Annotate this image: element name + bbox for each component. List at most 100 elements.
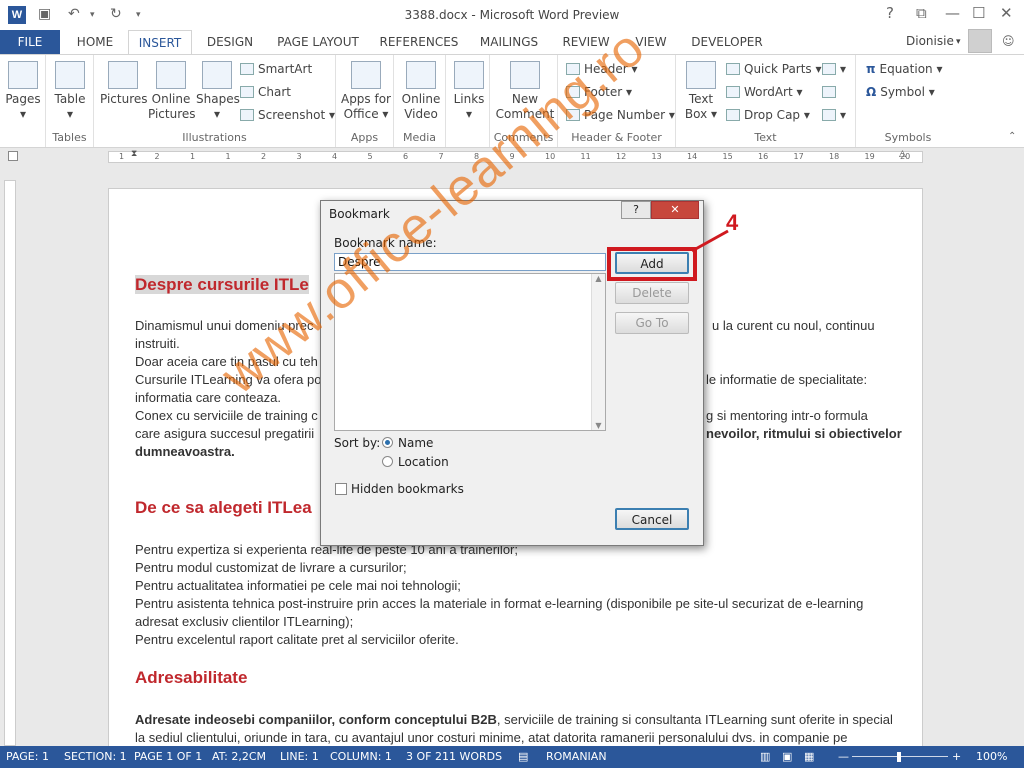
right-indent-icon[interactable]: △ xyxy=(899,149,906,159)
list-item[interactable]: Pentru asistenta tehnica post-instruire … xyxy=(135,595,863,613)
status-word-count[interactable]: 3 OF 211 WORDS xyxy=(406,746,502,768)
tab-selector[interactable] xyxy=(8,151,18,161)
web-layout-icon[interactable]: ▦ xyxy=(804,746,814,768)
para-line[interactable]: nevoilor, ritmului si obiectivelor xyxy=(706,425,902,443)
tab-file[interactable]: FILE xyxy=(0,30,60,54)
status-section[interactable]: SECTION: 1 xyxy=(64,746,127,768)
zoom-in-icon[interactable]: + xyxy=(952,746,961,768)
heading-despre[interactable]: Despre cursurile ITLe xyxy=(135,275,309,294)
para-line[interactable]: care asigura succesul pregatirii xyxy=(135,425,314,443)
cancel-button[interactable]: Cancel xyxy=(615,508,689,530)
close-button[interactable]: ✕ xyxy=(1000,4,1013,22)
list-item[interactable]: Pentru actualitatea informatiei pe cele … xyxy=(135,577,461,595)
heading-adresabilitate[interactable]: Adresabilitate xyxy=(135,669,247,687)
pictures-button[interactable]: Pictures xyxy=(100,61,148,107)
scroll-down-icon[interactable]: ▼ xyxy=(592,421,605,430)
pages-button[interactable]: Pages ▾ xyxy=(4,61,42,122)
status-at[interactable]: AT: 2,2CM xyxy=(212,746,266,768)
wordart-button[interactable]: WordArt ▾ xyxy=(726,85,803,99)
sort-name-radio[interactable] xyxy=(382,437,393,448)
user-dropdown-icon[interactable]: ▾ xyxy=(956,37,961,47)
object-button[interactable]: ▾ xyxy=(822,108,846,122)
user-name[interactable]: Dionisie xyxy=(906,34,954,48)
quick-parts-button[interactable]: Quick Parts ▾ xyxy=(726,62,822,76)
collapse-ribbon-icon[interactable]: ⌃ xyxy=(1008,131,1016,142)
smartart-button[interactable]: SmartArt xyxy=(240,62,312,76)
chart-button[interactable]: Chart xyxy=(240,85,291,99)
tab-design[interactable]: DESIGN xyxy=(198,30,262,54)
para-line[interactable]: Adresate indeosebi companiilor, conform … xyxy=(135,711,893,729)
table-button[interactable]: Table ▾ xyxy=(50,61,90,122)
list-item[interactable]: adresat exclusiv clientilor ITLearning); xyxy=(135,613,353,631)
tab-page-layout[interactable]: PAGE LAYOUT xyxy=(268,30,368,54)
sort-location-label[interactable]: Location xyxy=(398,455,449,469)
tab-references[interactable]: REFERENCES xyxy=(374,30,464,54)
para-line[interactable]: informatia care conteaza. xyxy=(135,389,281,407)
links-button[interactable]: Links ▾ xyxy=(450,61,488,122)
tab-home[interactable]: HOME xyxy=(66,30,124,54)
para-line[interactable]: g si mentoring intr-o formula xyxy=(706,407,868,425)
go-to-button[interactable]: Go To xyxy=(615,312,689,334)
dialog-help-button[interactable]: ? xyxy=(621,201,651,219)
para-line[interactable]: dumneavoastra. xyxy=(135,443,235,461)
tab-developer[interactable]: DEVELOPER xyxy=(684,30,770,54)
zoom-level[interactable]: 100% xyxy=(976,746,1007,768)
shapes-button[interactable]: Shapes ▾ xyxy=(196,61,240,122)
status-line[interactable]: LINE: 1 xyxy=(280,746,319,768)
status-page[interactable]: PAGE: 1 xyxy=(6,746,49,768)
page-number-button[interactable]: Page Number ▾ xyxy=(566,108,675,122)
para-line[interactable]: le informatie de specialitate: xyxy=(706,371,867,389)
dialog-close-button[interactable]: ✕ xyxy=(651,201,699,219)
list-item[interactable]: Pentru excelentul raport calitate pret a… xyxy=(135,631,459,649)
heading-de-ce[interactable]: De ce sa alegeti ITLea xyxy=(135,499,312,517)
para-line[interactable]: Conex cu serviciile de training c xyxy=(135,407,318,425)
para-line[interactable]: la sediul clientului, oriunde in tara, c… xyxy=(135,729,848,747)
para-line[interactable]: u la curent cu noul, continuu xyxy=(712,317,875,335)
tab-review[interactable]: REVIEW xyxy=(554,30,618,54)
status-page-of[interactable]: PAGE 1 OF 1 xyxy=(134,746,202,768)
read-mode-icon[interactable]: ▥ xyxy=(760,746,770,768)
footer-button[interactable]: Footer ▾ xyxy=(566,85,632,99)
status-language[interactable]: ROMANIAN xyxy=(546,746,607,768)
para-line[interactable]: instruiti. xyxy=(135,335,180,353)
status-column[interactable]: COLUMN: 1 xyxy=(330,746,392,768)
text-box-button[interactable]: Text Box ▾ xyxy=(682,61,720,122)
horizontal-ruler[interactable]: ⧗ 1 2 1 1 2 3 4 5 6 7 8 9 10 11 12 13 14 15 16 17 18 19 20 △ xyxy=(108,149,923,163)
scroll-up-icon[interactable]: ▲ xyxy=(592,274,605,283)
header-button[interactable]: Header ▾ xyxy=(566,62,638,76)
online-pictures-button[interactable]: Online Pictures xyxy=(148,61,196,122)
tab-mailings[interactable]: MAILINGS xyxy=(470,30,548,54)
screenshot-button[interactable]: Screenshot ▾ xyxy=(240,108,335,122)
drop-cap-button[interactable]: Drop Cap ▾ xyxy=(726,108,810,122)
avatar[interactable] xyxy=(968,29,992,53)
sort-location-radio[interactable] xyxy=(382,456,393,467)
ribbon-display-button[interactable]: ⧉ xyxy=(916,4,927,22)
hidden-bookmarks-label[interactable]: Hidden bookmarks xyxy=(351,482,464,496)
delete-button[interactable]: Delete xyxy=(615,282,689,304)
help-button[interactable]: ? xyxy=(886,4,894,22)
para-line[interactable]: Doar aceia care tin pasul cu teh xyxy=(135,353,318,371)
print-layout-icon[interactable]: ▣ xyxy=(782,746,792,768)
list-item[interactable]: Pentru modul customizat de livrare a cur… xyxy=(135,559,407,577)
apps-for-office-button[interactable]: Apps for Office ▾ xyxy=(340,61,392,122)
symbol-button[interactable]: Ω Symbol ▾ xyxy=(866,85,935,99)
tab-insert[interactable]: INSERT xyxy=(128,30,192,55)
hidden-bookmarks-checkbox[interactable] xyxy=(335,483,347,495)
tab-view[interactable]: VIEW xyxy=(624,30,678,54)
smiley-icon[interactable]: ☺ xyxy=(1002,34,1015,48)
para-line[interactable]: Cursurile ITLearning va ofera po xyxy=(135,371,321,389)
para-line[interactable]: Dinamismul unui domeniu prec xyxy=(135,317,313,335)
bookmark-list[interactable]: ▲ ▼ xyxy=(334,273,606,431)
minimize-button[interactable]: — xyxy=(945,4,960,22)
bookmark-name-input[interactable]: Despre xyxy=(334,253,606,271)
maximize-button[interactable]: ☐ xyxy=(972,4,985,22)
online-video-button[interactable]: Online Video xyxy=(398,61,444,122)
signature-line-button[interactable]: ▾ xyxy=(822,62,846,76)
new-comment-button[interactable]: New Comment xyxy=(494,61,556,122)
proofing-icon[interactable]: ▤ xyxy=(518,746,528,768)
sort-name-label[interactable]: Name xyxy=(398,436,433,450)
equation-button[interactable]: π Equation ▾ xyxy=(866,62,943,76)
date-time-button[interactable] xyxy=(822,85,840,99)
zoom-slider-thumb[interactable] xyxy=(897,752,901,762)
zoom-out-icon[interactable]: — xyxy=(838,746,849,768)
